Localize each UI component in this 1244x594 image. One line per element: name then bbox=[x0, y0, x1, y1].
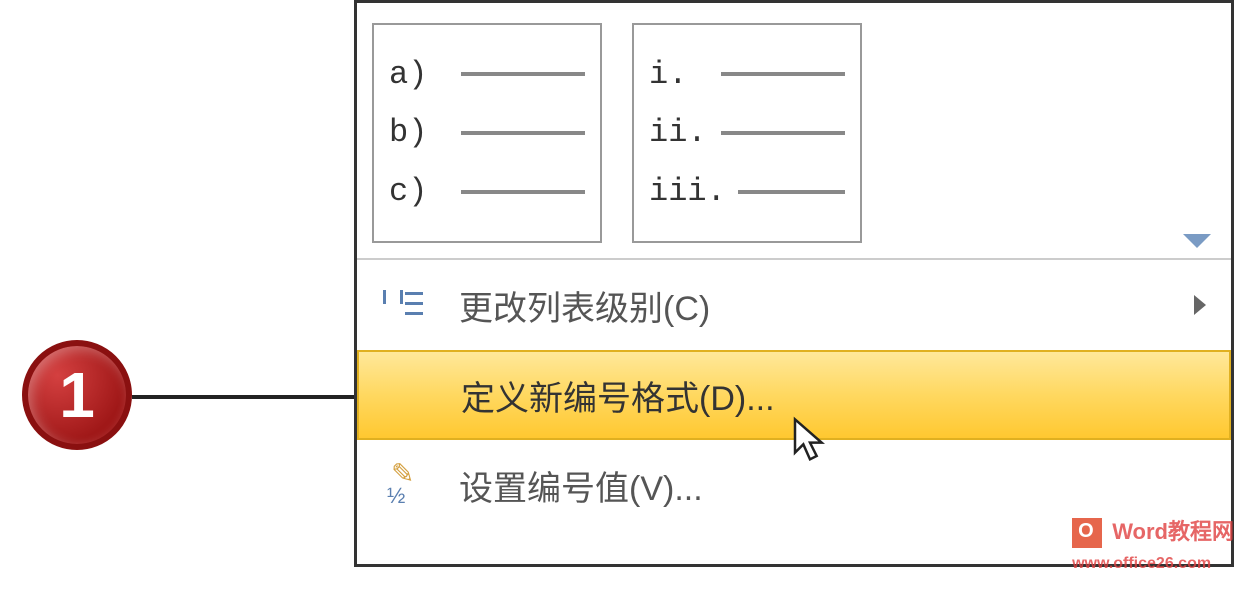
set-value-icon bbox=[377, 459, 429, 511]
format-label: b) bbox=[389, 114, 449, 151]
format-option-roman[interactable]: i. ii. iii. bbox=[632, 23, 862, 243]
watermark-logo-icon bbox=[1072, 518, 1102, 548]
menu-label: 更改列表级别(C) bbox=[459, 281, 710, 330]
format-dash bbox=[461, 131, 585, 135]
cursor-pointer-icon bbox=[790, 416, 830, 466]
format-dash bbox=[721, 131, 845, 135]
format-dash bbox=[461, 190, 585, 194]
numbering-dropdown-panel: a) b) c) i. ii. iii. bbox=[354, 0, 1234, 567]
format-line: i. bbox=[649, 56, 845, 93]
format-line: iii. bbox=[649, 173, 845, 210]
menu-label: 定义新编号格式(D)... bbox=[461, 371, 775, 420]
format-dash bbox=[738, 190, 845, 194]
menu-change-list-level[interactable]: 更改列表级别(C) bbox=[357, 260, 1231, 350]
format-line: c) bbox=[389, 173, 585, 210]
indent-icon bbox=[377, 279, 429, 331]
watermark-text: Word教程网 bbox=[1112, 519, 1234, 544]
format-line: a) bbox=[389, 56, 585, 93]
menu-label: 设置编号值(V)... bbox=[459, 461, 703, 510]
scroll-down-icon[interactable] bbox=[1183, 234, 1211, 248]
watermark-url: www.office26.com bbox=[1072, 555, 1211, 572]
format-gallery: a) b) c) i. ii. iii. bbox=[357, 3, 1231, 258]
format-option-alpha[interactable]: a) b) c) bbox=[372, 23, 602, 243]
menu-section: 更改列表级别(C) 定义新编号格式(D)... 设置编号值(V)... bbox=[357, 258, 1231, 530]
callout-number: 1 bbox=[59, 358, 95, 432]
format-label: c) bbox=[389, 173, 449, 210]
callout-badge: 1 bbox=[22, 340, 132, 450]
format-label: iii. bbox=[649, 173, 726, 210]
blank-icon bbox=[379, 369, 431, 421]
format-dash bbox=[721, 72, 845, 76]
watermark: Word教程网 www.office26.com bbox=[1072, 514, 1234, 574]
submenu-arrow-icon bbox=[1194, 295, 1206, 315]
format-line: ii. bbox=[649, 114, 845, 151]
format-label: ii. bbox=[649, 114, 709, 151]
format-label: a) bbox=[389, 56, 449, 93]
format-dash bbox=[461, 72, 585, 76]
format-label: i. bbox=[649, 56, 709, 93]
format-line: b) bbox=[389, 114, 585, 151]
